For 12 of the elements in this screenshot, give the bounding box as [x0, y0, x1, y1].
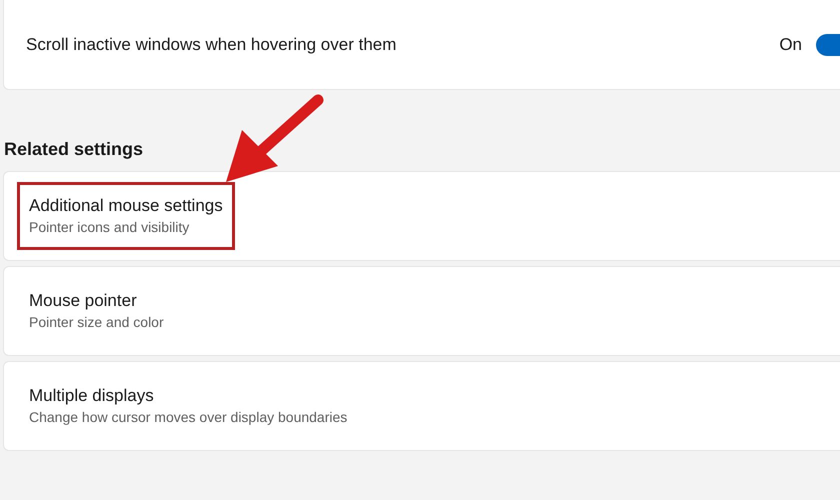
settings-link-card[interactable]: Multiple displays Change how cursor moves over display boundaries	[3, 361, 840, 451]
link-subtitle: Pointer size and color	[29, 313, 164, 332]
settings-link-card[interactable]: Additional mouse settings Pointer icons and visibility	[3, 171, 840, 261]
link-title: Additional mouse settings	[29, 195, 223, 217]
link-title: Multiple displays	[29, 385, 155, 407]
link-title: Mouse pointer	[29, 290, 138, 312]
setting-label: Scroll inactive windows when hovering over them	[26, 34, 396, 56]
settings-link-card[interactable]: Mouse pointer Pointer size and color	[3, 266, 840, 356]
toggle-state-text: On	[779, 34, 802, 56]
link-subtitle: Pointer icons and visibility	[29, 218, 190, 237]
link-subtitle: Change how cursor moves over display boundaries	[29, 408, 348, 427]
section-heading: Related settings	[4, 138, 144, 161]
